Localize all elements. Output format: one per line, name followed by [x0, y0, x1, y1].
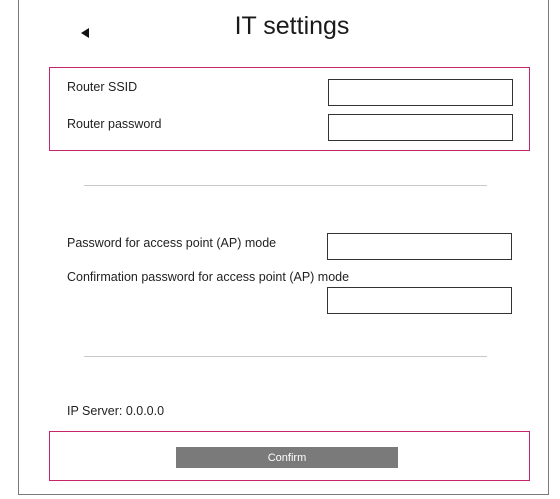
ap-confirm-password-input[interactable] — [327, 287, 512, 314]
divider — [84, 185, 487, 186]
router-ssid-input[interactable] — [328, 79, 513, 106]
router-settings-section: Router SSID Router password — [49, 67, 530, 151]
page-title-text: IT settings — [234, 12, 350, 40]
ap-password-label: Password for access point (AP) mode — [67, 236, 277, 250]
ap-password-input[interactable] — [327, 233, 512, 260]
confirm-section: Confirm — [49, 431, 530, 481]
divider — [84, 356, 487, 357]
router-ssid-label: Router SSID — [67, 80, 138, 94]
ap-confirm-password-label: Confirmation password for access point (… — [67, 270, 350, 284]
router-password-input[interactable] — [328, 114, 513, 141]
confirm-button[interactable]: Confirm — [176, 447, 398, 468]
router-password-label: Router password — [67, 117, 162, 131]
ip-server-status: IP Server: 0.0.0.0 — [67, 404, 165, 418]
page-title: IT settings — [0, 12, 560, 41]
